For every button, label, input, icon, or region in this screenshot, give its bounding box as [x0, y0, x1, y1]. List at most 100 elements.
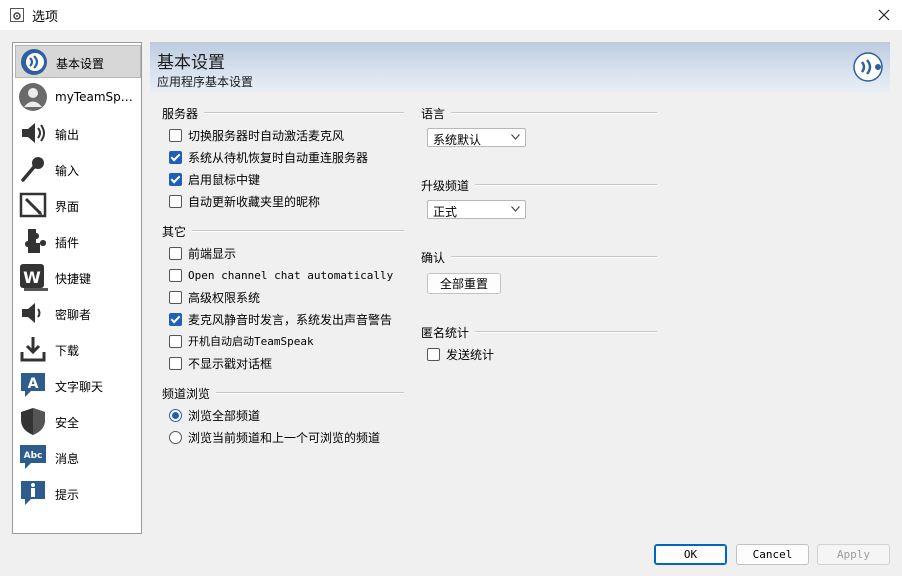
cancel-button[interactable]: Cancel: [736, 544, 809, 565]
svg-text:Abc: Abc: [24, 451, 43, 461]
abc-message-icon: Abc: [20, 445, 46, 469]
sidebar-item-label: 输出: [55, 128, 80, 142]
browse-all-channels-radio[interactable]: 浏览全部频道: [169, 406, 260, 424]
upgrade-channel-select[interactable]: 正式: [427, 200, 526, 219]
option-label: 不显示戳对话框: [188, 356, 273, 371]
hotkey-w-icon: W: [20, 264, 48, 291]
sidebar-item-general[interactable]: 基本设置: [15, 45, 141, 78]
section-divider: [192, 230, 404, 232]
title-bar[interactable]: 选项: [0, 0, 902, 30]
checkbox-box[interactable]: [169, 356, 182, 370]
checkbox-box[interactable]: [169, 268, 182, 282]
hide-poke-dialog-checkbox[interactable]: 不显示戳对话框: [169, 354, 272, 372]
sidebar-item-label: myTeamSpeak: [55, 90, 139, 104]
checkbox-box[interactable]: [169, 172, 182, 186]
checkbox-box[interactable]: [427, 347, 440, 361]
svg-text:W: W: [23, 268, 41, 287]
sidebar-item-myteamspeak[interactable]: myTeamSpeak: [15, 81, 141, 114]
close-button[interactable]: [866, 0, 902, 30]
option-label: 前端显示: [188, 246, 237, 261]
browse-current-channel-radio[interactable]: 浏览当前频道和上一个可浏览的频道: [169, 428, 380, 446]
reset-all-button[interactable]: 全部重置: [427, 273, 501, 294]
confirm-section-title: 确认: [421, 251, 446, 265]
sidebar-item-label: 界面: [55, 200, 80, 214]
radio-button[interactable]: [169, 430, 182, 444]
channel-browse-section-title: 频道浏览: [162, 387, 211, 401]
section-divider: [451, 112, 657, 114]
option-label: 发送统计: [446, 347, 495, 362]
open-channel-chat-checkbox[interactable]: Open channel chat automatically: [169, 266, 393, 284]
checkbox-box[interactable]: [169, 128, 182, 142]
window-title: 选项: [32, 10, 59, 25]
info-icon: [21, 481, 45, 505]
puzzle-plugin-icon: [25, 229, 46, 253]
sidebar-item-hotkeys[interactable]: W 快捷键: [15, 261, 141, 294]
shield-icon: [21, 408, 45, 435]
sidebar-item-input[interactable]: 输入: [15, 153, 141, 186]
anon-stats-section-title: 匿名统计: [421, 326, 470, 340]
always-on-top-checkbox[interactable]: 前端显示: [169, 244, 236, 262]
options-window: 选项 基本设置 myTeamSpeak 输出 输入 界面 插件 W 快捷键 密聊…: [0, 0, 902, 576]
option-label: Open channel chat automatically: [188, 268, 394, 282]
settings-window-icon: [10, 8, 24, 22]
sidebar-item-plugins[interactable]: 插件: [15, 225, 141, 258]
sidebar-item-label: 输入: [55, 164, 80, 178]
sidebar-item-label: 快捷键: [55, 272, 92, 286]
sidebar-item-whisper[interactable]: 密聊者: [15, 297, 141, 330]
page-title: 基本设置: [157, 53, 225, 73]
checkbox-box[interactable]: [169, 334, 182, 348]
apply-button[interactable]: Apply: [817, 544, 890, 565]
language-select[interactable]: 系统默认: [427, 128, 526, 147]
page-subtitle: 应用程序基本设置: [157, 75, 254, 89]
ok-button[interactable]: OK: [654, 544, 727, 565]
checkbox-box[interactable]: [169, 246, 182, 260]
advanced-permissions-checkbox[interactable]: 高级权限系统: [169, 288, 260, 306]
section-divider: [204, 112, 404, 114]
option-label: 自动更新收藏夹里的昵称: [188, 194, 321, 209]
checkbox-box[interactable]: [169, 150, 182, 164]
sidebar-item-output[interactable]: 输出: [15, 117, 141, 150]
option-label: 麦克风静音时发言，系统发出声音警告: [188, 312, 393, 327]
sidebar-item-downloads[interactable]: 下载: [15, 333, 141, 366]
sidebar-item-security[interactable]: 安全: [15, 405, 141, 438]
checkbox-box[interactable]: [169, 290, 182, 304]
sidebar-item-notifications[interactable]: 提示: [15, 477, 141, 510]
teamspeak-logo-icon: [21, 49, 47, 75]
sidebar-item-text-chat[interactable]: A 文字聊天: [15, 369, 141, 402]
option-label: 高级权限系统: [188, 290, 261, 305]
sidebar-item-interface[interactable]: 界面: [15, 189, 141, 222]
autostart-checkbox[interactable]: 开机自动启动TeamSpeak: [169, 332, 314, 350]
close-icon: [878, 9, 890, 21]
radio-button[interactable]: [169, 408, 182, 422]
send-statistics-checkbox[interactable]: 发送统计: [427, 345, 494, 363]
checkbox-box[interactable]: [169, 312, 182, 326]
microphone-icon: [21, 157, 44, 182]
download-icon: [20, 337, 46, 362]
sidebar-item-messages[interactable]: Abc 消息: [15, 441, 141, 474]
auto-reconnect-checkbox[interactable]: 系统从待机恢复时自动重连服务器: [169, 148, 368, 166]
chevron-down-icon: [511, 206, 520, 212]
middle-mouse-checkbox[interactable]: 启用鼠标中键: [169, 170, 260, 188]
page-header: 基本设置 应用程序基本设置: [150, 42, 890, 92]
teamspeak-logo-icon: [853, 52, 883, 82]
sidebar-item-label: 基本设置: [56, 57, 105, 71]
option-label: 启用鼠标中键: [188, 172, 261, 187]
speaker-icon: [22, 123, 45, 143]
other-section-title: 其它: [162, 225, 187, 239]
settings-sidebar: 基本设置 myTeamSpeak 输出 输入 界面 插件 W 快捷键 密聊者 下…: [12, 42, 142, 534]
auto-activate-mic-checkbox[interactable]: 切换服务器时自动激活麦克风: [169, 126, 344, 144]
checkbox-box[interactable]: [169, 194, 182, 208]
sidebar-item-label: 文字聊天: [55, 380, 104, 394]
option-label: 开机自动启动TeamSpeak: [188, 335, 314, 348]
user-profile-icon: [19, 83, 47, 111]
language-section-title: 语言: [421, 107, 446, 121]
option-label: 切换服务器时自动激活麦克风: [188, 128, 345, 143]
section-divider: [475, 331, 657, 333]
option-label: 浏览全部频道: [188, 408, 261, 423]
mute-warning-checkbox[interactable]: 麦克风静音时发言，系统发出声音警告: [169, 310, 392, 328]
upgrade-channel-section-title: 升级频道: [421, 179, 470, 193]
sidebar-item-label: 提示: [55, 488, 80, 502]
sidebar-item-label: 下载: [55, 344, 80, 358]
update-bookmark-nickname-checkbox[interactable]: 自动更新收藏夹里的昵称: [169, 192, 320, 210]
language-select-value: 系统默认: [433, 133, 482, 147]
